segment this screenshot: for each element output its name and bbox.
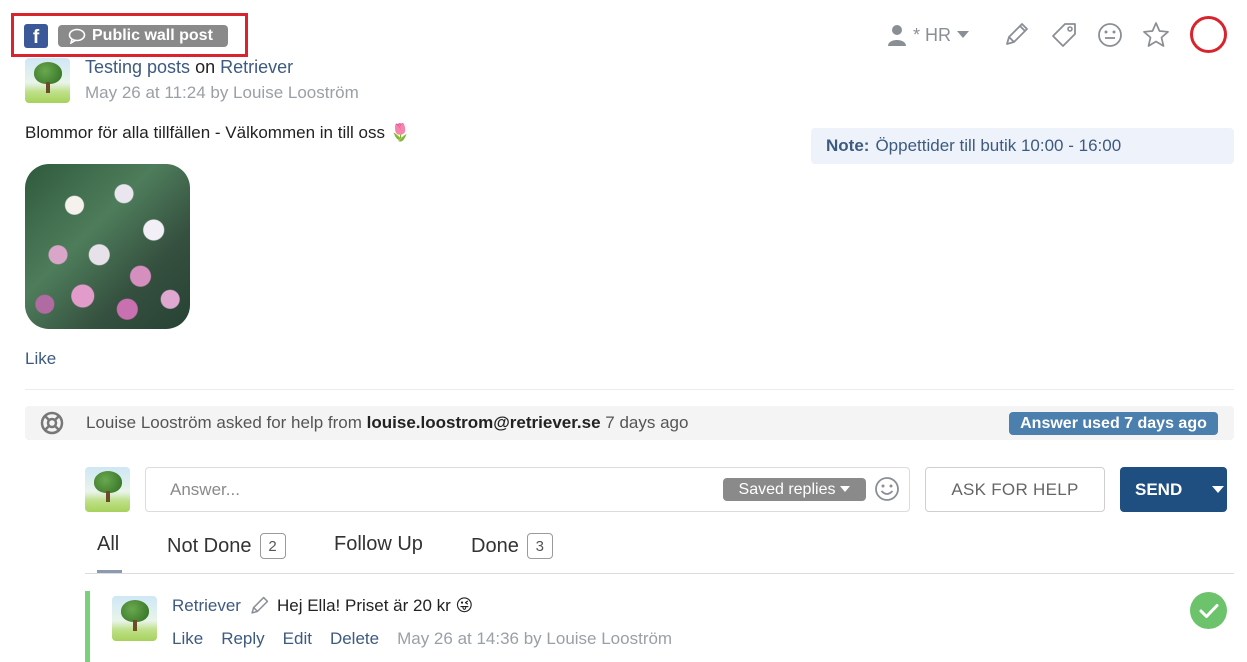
user-avatar	[85, 467, 130, 512]
post-image[interactable]	[25, 164, 190, 329]
tab-label: Not Done	[167, 534, 252, 557]
saved-replies-label: Saved replies	[738, 480, 836, 498]
send-button[interactable]: SEND	[1120, 467, 1227, 512]
tab-count: 2	[259, 533, 286, 559]
post-meta: May 26 at 11:24 by Louise Looström	[85, 83, 359, 102]
note-text: Öppettider till butik 10:00 - 16:00	[875, 136, 1122, 155]
post-title: Testing posts on Retriever	[85, 57, 293, 78]
tab-label: Done	[471, 534, 519, 557]
divider	[25, 389, 1234, 390]
comment-delete-link[interactable]: Delete	[330, 629, 379, 649]
facebook-icon: f	[24, 24, 48, 48]
tab-not-done[interactable]: Not Done 2	[167, 533, 286, 559]
status-ring-icon[interactable]	[1190, 16, 1227, 53]
post-title-link[interactable]: Testing posts	[85, 57, 190, 77]
page-avatar	[25, 58, 70, 103]
ask-for-help-button[interactable]: ASK FOR HELP	[925, 467, 1105, 512]
comment-meta: May 26 at 14:36 by Louise Looström	[397, 629, 673, 648]
favorite-button[interactable]	[1142, 20, 1170, 50]
tag-icon	[1052, 23, 1076, 47]
lifebuoy-icon	[40, 411, 64, 435]
tab-follow-up[interactable]: Follow Up	[334, 533, 423, 556]
done-check-button[interactable]	[1190, 592, 1227, 629]
assignee-dropdown[interactable]: * HR	[887, 20, 983, 50]
tab-label: Follow Up	[334, 533, 423, 555]
answer-used-badge: Answer used 7 days ago	[1009, 412, 1218, 435]
comment-edit-link[interactable]: Edit	[283, 629, 312, 649]
help-when: 7 days ago	[605, 413, 689, 432]
tab-all[interactable]: All	[97, 533, 119, 556]
tabs-divider	[85, 573, 1234, 574]
post-title-on: on	[195, 57, 216, 77]
post-text: Blommor för alla tillfällen - Välkommen …	[25, 123, 411, 142]
comment-reply-link[interactable]: Reply	[221, 629, 264, 649]
tab-label: All	[97, 533, 120, 555]
saved-replies-dropdown[interactable]: Saved replies	[723, 478, 866, 501]
assignee-label: * HR	[913, 24, 952, 45]
post-like-link[interactable]: Like	[25, 349, 56, 369]
tab-count: 3	[526, 533, 553, 559]
note-label: Note:	[826, 136, 870, 155]
speech-bubble-icon	[68, 28, 86, 44]
active-tab-indicator	[97, 570, 122, 573]
tag-button[interactable]	[1050, 20, 1078, 50]
star-icon	[1143, 22, 1169, 47]
tab-done[interactable]: Done 3	[471, 533, 553, 559]
sentiment-button[interactable]	[1096, 20, 1124, 50]
note-box: Note: Öppettider till butik 10:00 - 16:0…	[811, 128, 1234, 164]
caret-down-icon	[840, 486, 851, 492]
comment-text: Hej Ella! Priset är 20 kr 😜	[276, 596, 474, 615]
emoji-button[interactable]	[874, 476, 900, 502]
checkmark-icon	[1199, 603, 1218, 618]
edit-button[interactable]	[1002, 20, 1030, 50]
send-label: SEND	[1135, 479, 1183, 499]
smiley-icon	[1098, 23, 1122, 47]
page-link[interactable]: Retriever	[220, 57, 293, 77]
help-email: louise.loostrom@retriever.se	[366, 413, 601, 432]
post-type-label: Public wall post	[92, 27, 213, 44]
caret-down-icon	[957, 31, 970, 38]
comment-actions: Like Reply Edit Delete May 26 at 14:36 b…	[172, 629, 672, 649]
caret-down-icon[interactable]	[1212, 485, 1225, 494]
comment-header: Retriever Hej Ella! Priset är 20 kr 😜	[172, 596, 473, 616]
post-type-badge: Public wall post	[58, 25, 228, 47]
pencil-icon	[1006, 23, 1028, 45]
help-prefix: Louise Looström asked for help from	[86, 413, 362, 432]
comment-avatar	[112, 596, 157, 641]
comment-author[interactable]: Retriever	[172, 596, 241, 616]
smiley-icon	[875, 477, 899, 501]
comment-status-bar	[85, 591, 90, 662]
user-icon	[888, 25, 906, 46]
pencil-icon	[251, 596, 269, 614]
comment-like-link[interactable]: Like	[172, 629, 203, 649]
